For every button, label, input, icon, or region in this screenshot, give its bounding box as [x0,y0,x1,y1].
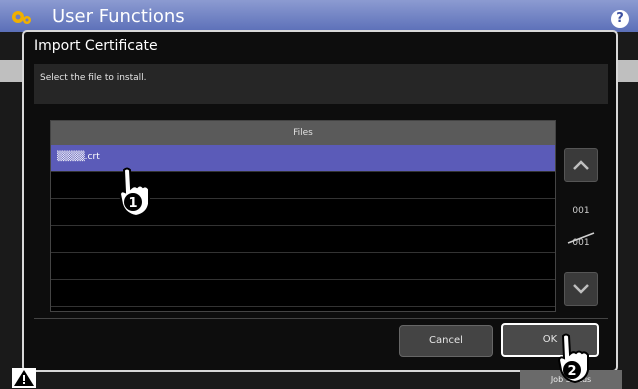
top-bar: User Functions ? [0,0,638,32]
step-number: 2 [567,364,576,379]
message-text: Select the file to install. [40,73,147,83]
scroll-down-button[interactable] [564,272,598,306]
scroll-up-button[interactable] [564,148,598,182]
divider [34,318,608,319]
dialog-title: Import Certificate [34,38,158,54]
tap-hand-icon: 1 [118,167,150,218]
help-button[interactable]: ? [611,10,629,28]
file-row[interactable] [51,280,555,307]
page-total: 001 [572,238,590,248]
message-bar: Select the file to install. [34,64,608,104]
file-row[interactable] [51,226,555,253]
tap-hand-icon: 2 [557,333,589,384]
import-certificate-dialog: Import Certificate Select the file to in… [22,30,618,372]
chevron-up-icon [573,160,589,170]
warning-icon [12,368,36,388]
step-number: 1 [128,196,137,211]
page-current: 001 [572,206,590,216]
cancel-button[interactable]: Cancel [399,325,493,357]
chevron-down-icon [573,284,589,294]
list-header-files: Files [51,121,555,145]
file-name: ▒▒▒▒.crt [57,152,100,162]
file-row[interactable] [51,253,555,280]
app-title: User Functions [52,6,185,27]
gear-icon [12,11,31,24]
